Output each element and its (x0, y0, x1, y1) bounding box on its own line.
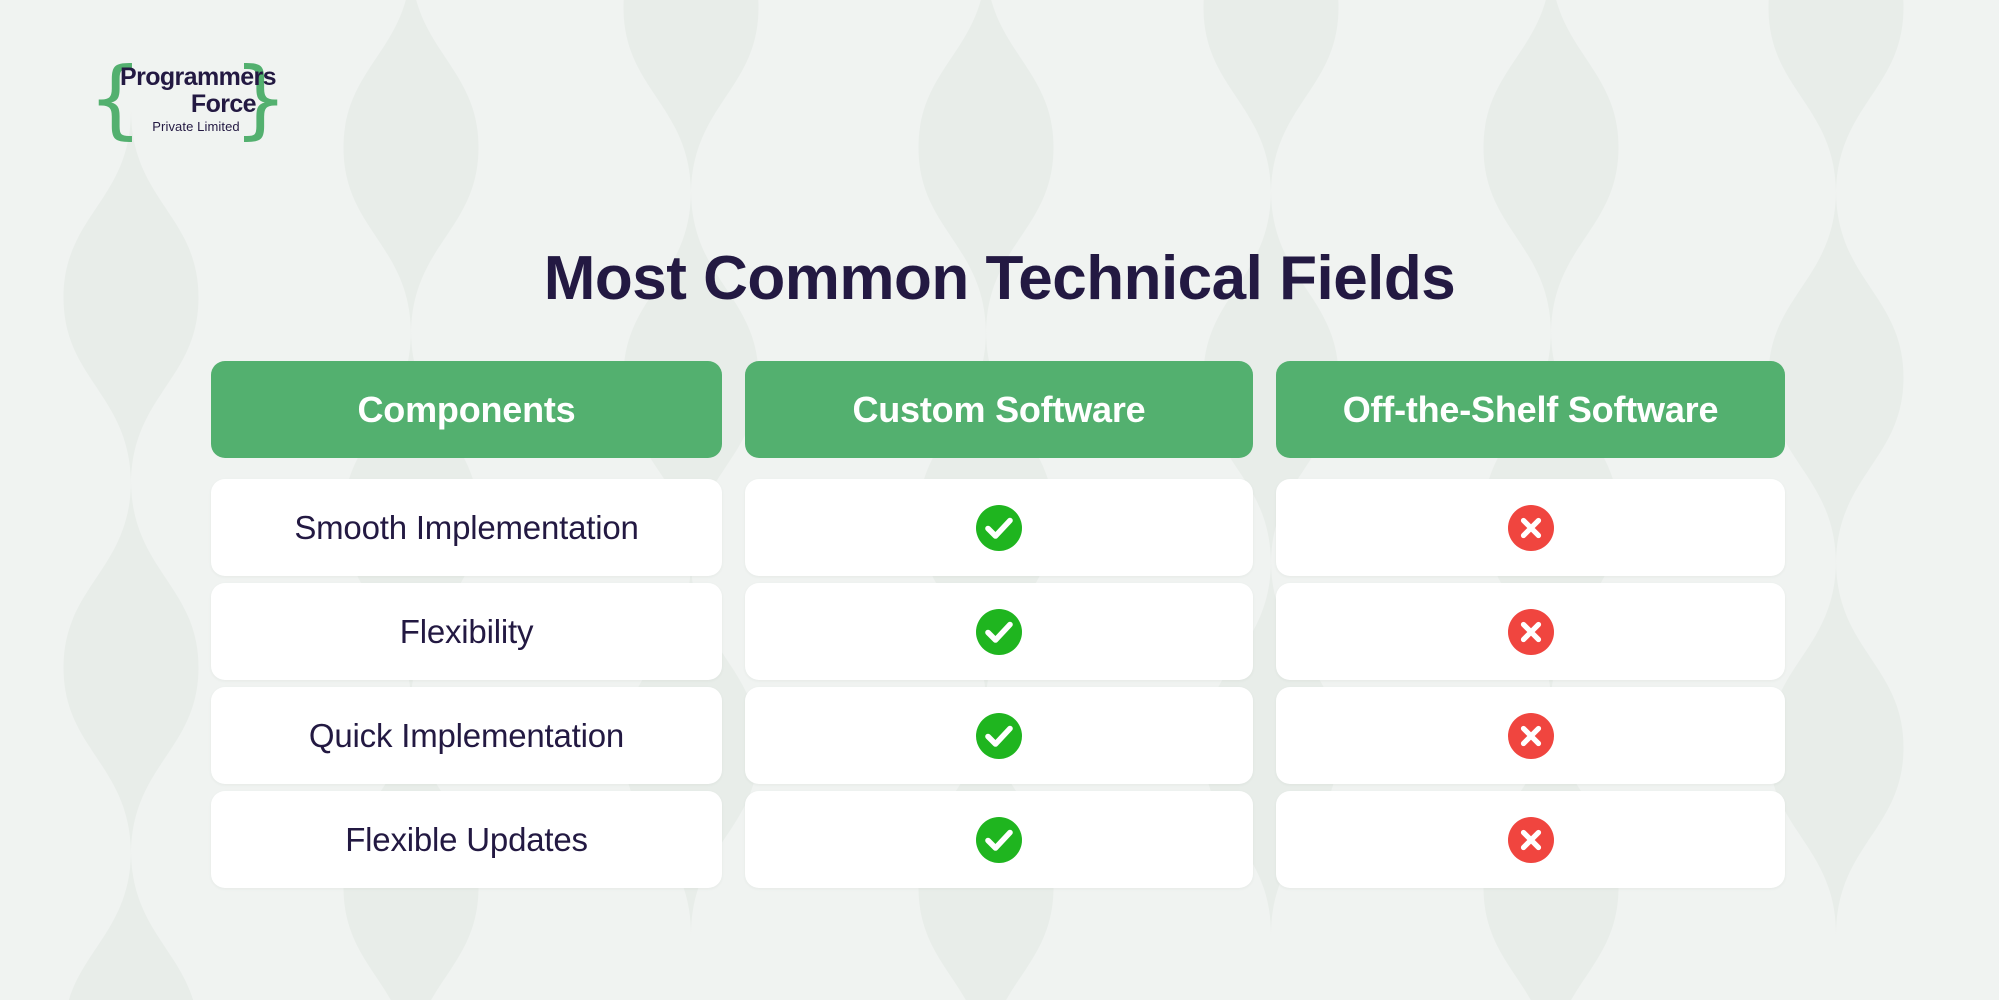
logo-line-programmers: Programmers (120, 63, 277, 91)
row-label-quick-implementation: Quick Implementation (211, 687, 722, 784)
table-row: Quick Implementation (211, 687, 1785, 784)
check-circle-icon (976, 504, 1022, 551)
company-logo[interactable]: { } Programmers Force Private Limited (88, 56, 288, 142)
check-circle-icon (976, 712, 1022, 759)
logo-line-private-limited: Private Limited (152, 119, 240, 134)
cell-custom-software-smooth-implementation (745, 479, 1253, 576)
table-row: Flexibility (211, 583, 1785, 680)
check-circle-icon (976, 608, 1022, 655)
table-row: Flexible Updates (211, 791, 1785, 888)
table-header-custom-software: Custom Software (745, 361, 1253, 458)
table-header-components: Components (211, 361, 722, 458)
cell-custom-software-flexible-updates (745, 791, 1253, 888)
cell-off-the-shelf-flexible-updates (1276, 791, 1785, 888)
table-row: Smooth Implementation (211, 479, 1785, 576)
logo-wordmark: Programmers Force Private Limited (120, 63, 277, 135)
page-title: Most Common Technical Fields (543, 244, 1456, 313)
cross-circle-icon (1507, 608, 1554, 655)
cell-off-the-shelf-smooth-implementation (1276, 479, 1785, 576)
cell-off-the-shelf-quick-implementation (1276, 687, 1785, 784)
cell-custom-software-flexibility (745, 583, 1253, 680)
row-label-flexible-updates: Flexible Updates (211, 791, 722, 888)
cell-custom-software-quick-implementation (745, 687, 1253, 784)
table-header-row: Components Custom Software Off-the-Shelf… (211, 361, 1785, 458)
cross-circle-icon (1507, 816, 1554, 863)
table-header-off-the-shelf-software: Off-the-Shelf Software (1276, 361, 1785, 458)
check-circle-icon (976, 816, 1022, 863)
row-label-smooth-implementation: Smooth Implementation (211, 479, 722, 576)
cross-circle-icon (1507, 712, 1554, 759)
comparison-table: Components Custom Software Off-the-Shelf… (211, 361, 1785, 895)
logo-line-force: Force (190, 90, 257, 118)
cell-off-the-shelf-flexibility (1276, 583, 1785, 680)
cross-circle-icon (1507, 504, 1554, 551)
row-label-flexibility: Flexibility (211, 583, 722, 680)
